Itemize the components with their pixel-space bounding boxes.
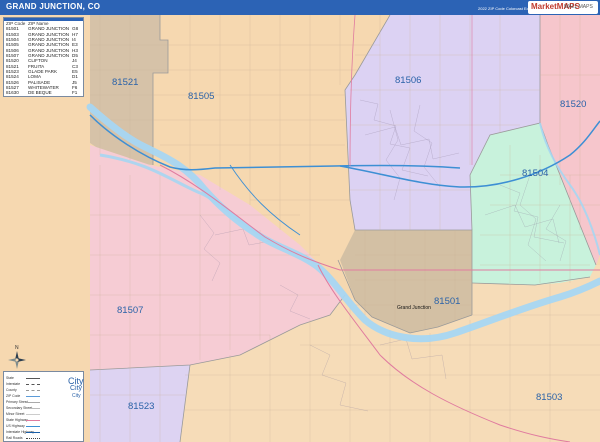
zip-label-81505: 81505 <box>188 91 214 102</box>
city-size-medium: City <box>70 385 83 392</box>
zip-map[interactable]: 81521 81505 81506 81520 81504 81501 8150… <box>0 15 600 442</box>
city-size-small: City <box>72 393 81 399</box>
zip-label-81507: 81507 <box>117 305 143 316</box>
zip-label-81506: 81506 <box>395 75 421 86</box>
key-item-label: US Highway <box>6 424 25 428</box>
key-item-label: Primary Street <box>6 400 28 404</box>
north-label: N <box>15 345 19 351</box>
key-item-symbol <box>26 378 40 379</box>
key-item-symbol <box>26 414 40 415</box>
key-item-symbol <box>26 402 40 403</box>
key-item-symbol <box>26 420 40 421</box>
key-item-label: ZIP Code <box>6 394 21 398</box>
legend-row: 81630 DE BEQUE F1 <box>4 90 83 95</box>
key-item-symbol <box>26 396 40 397</box>
key-item-label: County <box>6 388 17 392</box>
zip-legend: ZIP Code ZIP Name 81501 GRAND JUNCTION G8 8… <box>3 17 84 97</box>
key-item-symbol <box>26 438 40 439</box>
key-item-label: Minor Street <box>6 412 25 416</box>
key-item-label: State <box>6 376 14 380</box>
legend-zip: 81630 <box>6 90 19 96</box>
zip-label-81523: 81523 <box>128 401 154 412</box>
place-label-grand-junction: Grand Junction <box>397 305 431 311</box>
key-item-symbol <box>26 432 40 433</box>
key-item-symbol <box>26 426 40 427</box>
zip-label-81521: 81521 <box>112 77 138 88</box>
map-title: GRAND JUNCTION, CO <box>6 2 101 11</box>
brand-logo: MarketMAPS WALL MAPS <box>528 1 598 14</box>
key-item-symbol <box>26 390 40 391</box>
zip-label-81503: 81503 <box>536 392 562 403</box>
key-item-symbol <box>26 408 40 409</box>
legend-rows: 81501 GRAND JUNCTION G8 81503 GRAND JUNCTION… <box>4 26 83 95</box>
key-item-label: State Highway <box>6 418 28 422</box>
zip-label-81504: 81504 <box>522 168 548 179</box>
map-key: State Interstate County ZIP Code Primary Str… <box>3 371 84 442</box>
compass-icon <box>8 351 26 369</box>
key-item-symbol <box>26 384 40 385</box>
zip-label-81520: 81520 <box>560 99 586 110</box>
title-bar: GRAND JUNCTION, CO 2022 ZIP Code Colorca… <box>0 0 600 15</box>
north-arrow <box>8 351 26 369</box>
zip-label-81501: 81501 <box>434 296 460 307</box>
legend-grid-ref: F1 <box>72 90 78 96</box>
key-item-label: Interstate <box>6 382 21 386</box>
brand-tagline: WALL MAPS <box>564 4 593 10</box>
map-page: GRAND JUNCTION, CO 2022 ZIP Code Colorca… <box>0 0 600 442</box>
legend-zip-name: DE BEQUE <box>28 90 52 96</box>
key-item-label: Rail Roads <box>6 436 23 440</box>
